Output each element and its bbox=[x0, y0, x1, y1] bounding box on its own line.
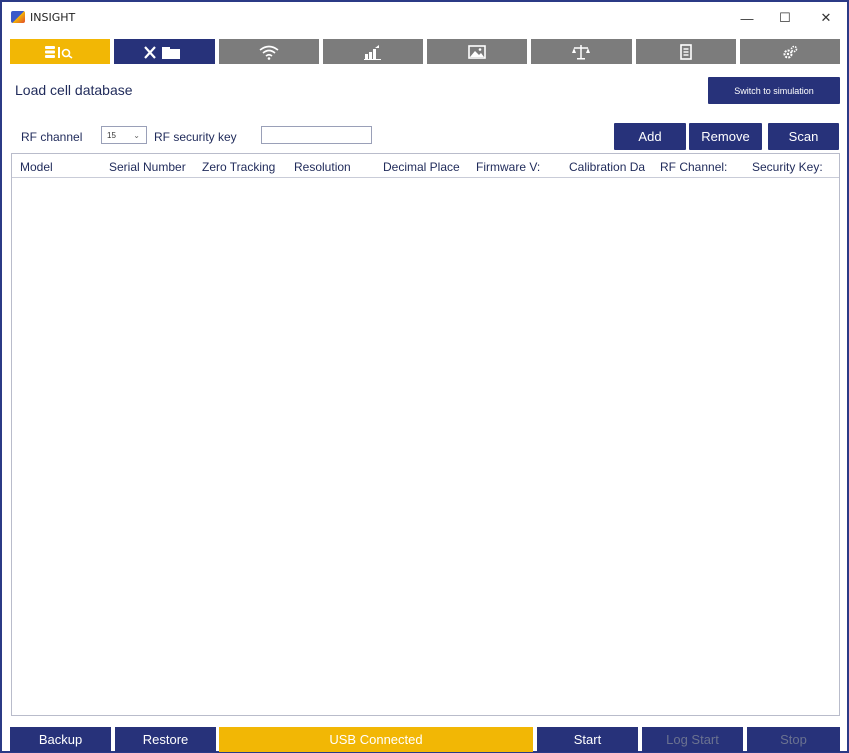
wireless-icon bbox=[259, 45, 279, 60]
tab-wireless[interactable] bbox=[218, 39, 319, 64]
start-button[interactable]: Start bbox=[537, 727, 638, 752]
column-header-zero-tracking[interactable]: Zero Tracking bbox=[202, 160, 294, 174]
image-icon bbox=[468, 44, 486, 59]
restore-button[interactable]: Restore bbox=[115, 727, 216, 752]
usb-status-indicator: USB Connected bbox=[219, 727, 533, 752]
tab-documents[interactable] bbox=[635, 39, 736, 64]
column-header-resolution[interactable]: Resolution bbox=[294, 160, 374, 174]
column-header-model[interactable]: Model bbox=[20, 160, 100, 174]
column-header-firmware-version[interactable]: Firmware V: bbox=[476, 160, 552, 174]
main-nav bbox=[10, 39, 840, 64]
add-button[interactable]: Add bbox=[614, 123, 686, 150]
title-bar: INSIGHT — ☐ ✕ bbox=[2, 2, 847, 34]
app-logo-icon bbox=[11, 11, 25, 23]
tab-settings[interactable] bbox=[739, 39, 840, 64]
rf-security-key-label: RF security key bbox=[154, 130, 237, 144]
tab-images[interactable] bbox=[427, 39, 528, 64]
maximize-button[interactable]: ☐ bbox=[766, 6, 804, 30]
backup-button[interactable]: Backup bbox=[10, 727, 111, 752]
rf-channel-select[interactable]: 15 ⌄ bbox=[101, 126, 147, 144]
document-icon bbox=[679, 43, 692, 60]
switch-to-simulation-button[interactable]: Switch to simulation bbox=[708, 77, 840, 104]
stop-button[interactable]: Stop bbox=[747, 727, 840, 752]
footer-bar: Backup Restore USB Connected Start Log S… bbox=[10, 727, 840, 752]
scan-button[interactable]: Scan bbox=[768, 123, 839, 150]
tools-folder-icon bbox=[144, 45, 181, 59]
app-window: INSIGHT — ☐ ✕ Load cell database Switch … bbox=[0, 0, 849, 753]
tab-charts[interactable] bbox=[322, 39, 423, 64]
rf-security-key-input[interactable] bbox=[261, 126, 372, 144]
column-header-decimal-place[interactable]: Decimal Place bbox=[383, 160, 477, 174]
column-header-security-key[interactable]: Security Key: bbox=[752, 160, 836, 174]
tab-database[interactable] bbox=[10, 39, 111, 64]
load-cell-table[interactable]: Model Serial Number Zero Tracking Resolu… bbox=[11, 153, 840, 716]
table-header: Model Serial Number Zero Tracking Resolu… bbox=[12, 154, 839, 178]
tab-scale[interactable] bbox=[531, 39, 632, 64]
page-title: Load cell database bbox=[15, 82, 133, 98]
tab-tools-files[interactable] bbox=[114, 39, 215, 64]
rf-channel-label: RF channel bbox=[21, 130, 83, 144]
column-header-calibration-date[interactable]: Calibration Da bbox=[569, 160, 659, 174]
close-button[interactable]: ✕ bbox=[807, 6, 845, 30]
remove-button[interactable]: Remove bbox=[689, 123, 762, 150]
database-search-icon bbox=[45, 45, 73, 59]
log-start-button[interactable]: Log Start bbox=[642, 727, 743, 752]
rf-channel-value: 15 bbox=[107, 130, 116, 140]
gears-icon bbox=[783, 45, 798, 58]
column-header-rf-channel[interactable]: RF Channel: bbox=[660, 160, 744, 174]
scale-icon bbox=[572, 44, 591, 59]
chart-up-icon bbox=[363, 44, 381, 60]
app-title: INSIGHT bbox=[30, 11, 76, 24]
column-header-serial-number[interactable]: Serial Number bbox=[109, 160, 205, 174]
chevron-down-icon: ⌄ bbox=[133, 131, 140, 140]
minimize-button[interactable]: — bbox=[728, 6, 766, 30]
